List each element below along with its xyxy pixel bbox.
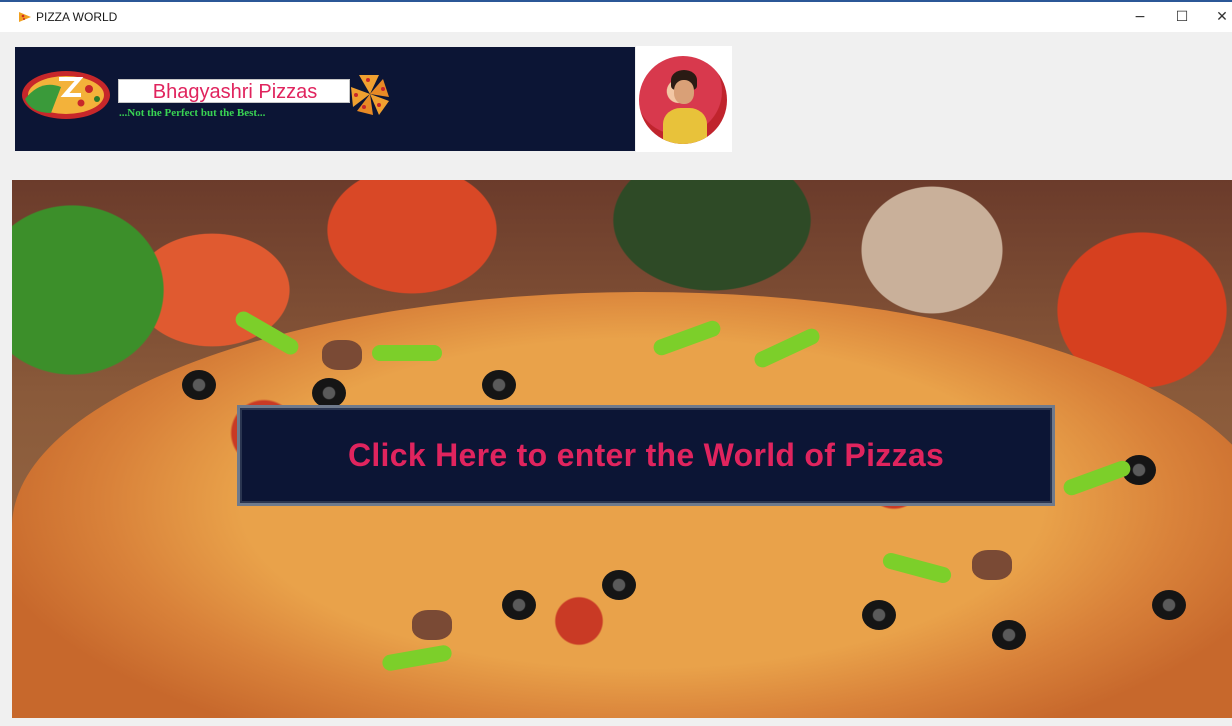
brand-name-box: Bhagyashri Pizzas	[118, 79, 350, 103]
minimize-button[interactable]: −	[1120, 2, 1160, 32]
profile-avatar	[639, 56, 727, 144]
pizza-app-icon	[19, 12, 31, 22]
avatar-frame	[636, 46, 732, 152]
maximize-button[interactable]: ☐	[1162, 2, 1202, 32]
pizza-logo-icon	[22, 71, 110, 119]
brand-name: Bhagyashri Pizzas	[152, 81, 318, 103]
brand-banner: Bhagyashri Pizzas ...Not the Perfect but…	[15, 47, 635, 151]
enter-world-button[interactable]: Click Here to enter the World of Pizzas	[237, 405, 1055, 506]
bottom-strip	[0, 718, 1232, 726]
window-title: PIZZA WORLD	[36, 10, 118, 24]
title-bar[interactable]: PIZZA WORLD − ☐ ✕	[0, 2, 1232, 32]
app-window: PIZZA WORLD − ☐ ✕ Bhagyashri Pizzas ...N…	[0, 0, 1232, 726]
tagline: ...Not the Perfect but the Best...	[119, 107, 266, 119]
pizza-slices-icon	[351, 75, 389, 115]
enter-world-button-label: Click Here to enter the World of Pizzas	[347, 437, 945, 473]
close-button[interactable]: ✕	[1202, 2, 1232, 32]
